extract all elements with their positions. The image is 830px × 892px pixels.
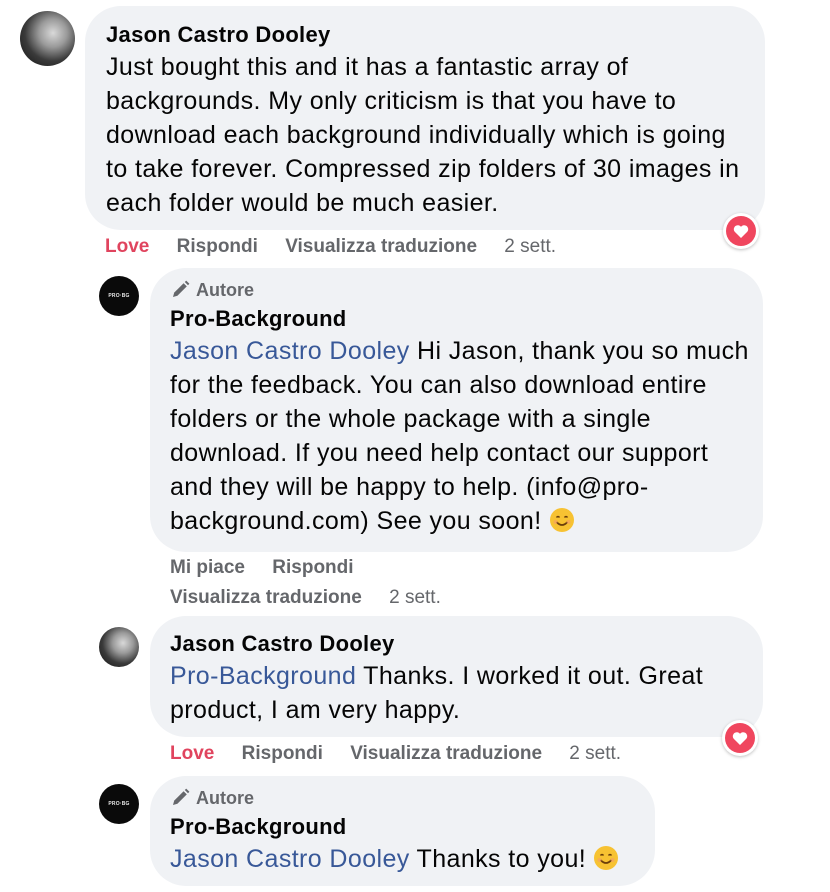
reply-body: Thanks to you!	[409, 845, 594, 873]
reply-text: Pro-Background Thanks. I worked it out. …	[170, 659, 750, 727]
reply-author[interactable]: Pro-Background	[170, 812, 639, 842]
heart-icon	[725, 723, 755, 753]
author-badge: Autore	[170, 786, 639, 810]
avatar-jason[interactable]	[99, 627, 139, 667]
reply-body: Hi Jason, thank you so much for the feed…	[170, 337, 749, 535]
translate-link[interactable]: Visualizza traduzione	[350, 743, 542, 764]
timestamp[interactable]: 2 sett.	[389, 587, 441, 608]
pencil-icon	[173, 280, 190, 297]
reply-actions: Love Rispondi Visualizza traduzione 2 se…	[170, 741, 643, 767]
comment-author[interactable]: Jason Castro Dooley	[106, 20, 745, 50]
reply-bubble: Autore Pro-Background Jason Castro Doole…	[150, 268, 763, 552]
like-link[interactable]: Mi piace	[170, 557, 245, 578]
translate-link[interactable]: Visualizza traduzione	[170, 587, 362, 608]
reply-link[interactable]: Rispondi	[177, 236, 258, 257]
smiling-face-emoji	[549, 508, 574, 532]
brand-logo-icon: PRO·BG	[108, 801, 130, 807]
reply-bubble: Autore Pro-Background Jason Castro Doole…	[150, 776, 655, 886]
author-badge-label: Autore	[196, 787, 254, 808]
reply-text: Jason Castro Dooley Hi Jason, thank you …	[170, 334, 750, 538]
avatar-pro-background[interactable]: PRO·BG	[99, 276, 139, 316]
avatar-jason[interactable]	[20, 11, 75, 66]
comment-actions: Love Rispondi Visualizza traduzione 2 se…	[105, 234, 578, 260]
mention-link[interactable]: Jason Castro Dooley	[170, 337, 410, 365]
reply-actions-row2: Visualizza traduzione 2 sett.	[170, 585, 463, 611]
heart-icon	[726, 216, 756, 246]
pencil-icon	[173, 788, 190, 805]
reply-author[interactable]: Jason Castro Dooley	[170, 629, 747, 659]
reply-actions-row1: Mi piace Rispondi	[170, 555, 376, 581]
reply-bubble: Jason Castro Dooley Pro-Background Thank…	[150, 616, 763, 737]
translate-link[interactable]: Visualizza traduzione	[285, 236, 477, 257]
comment-bubble: Jason Castro Dooley Just bought this and…	[85, 6, 765, 230]
reply-text: Jason Castro Dooley Thanks to you!	[170, 842, 639, 876]
reaction-badge[interactable]	[722, 720, 758, 756]
reply-link[interactable]: Rispondi	[242, 743, 323, 764]
mention-link[interactable]: Jason Castro Dooley	[170, 845, 410, 873]
timestamp[interactable]: 2 sett.	[504, 236, 556, 257]
comment-text: Just bought this and it has a fantastic …	[106, 53, 740, 217]
reply-author[interactable]: Pro-Background	[170, 304, 747, 334]
reply-link[interactable]: Rispondi	[272, 557, 353, 578]
reaction-badge[interactable]	[723, 213, 759, 249]
love-reaction-link[interactable]: Love	[170, 743, 214, 764]
brand-logo-icon: PRO·BG	[108, 293, 130, 299]
smiling-face-emoji	[594, 846, 619, 870]
author-badge-label: Autore	[196, 279, 254, 300]
mention-link[interactable]: Pro-Background	[170, 662, 356, 690]
timestamp[interactable]: 2 sett.	[569, 743, 621, 764]
avatar-pro-background[interactable]: PRO·BG	[99, 784, 139, 824]
author-badge: Autore	[170, 278, 747, 302]
love-reaction-link[interactable]: Love	[105, 236, 149, 257]
